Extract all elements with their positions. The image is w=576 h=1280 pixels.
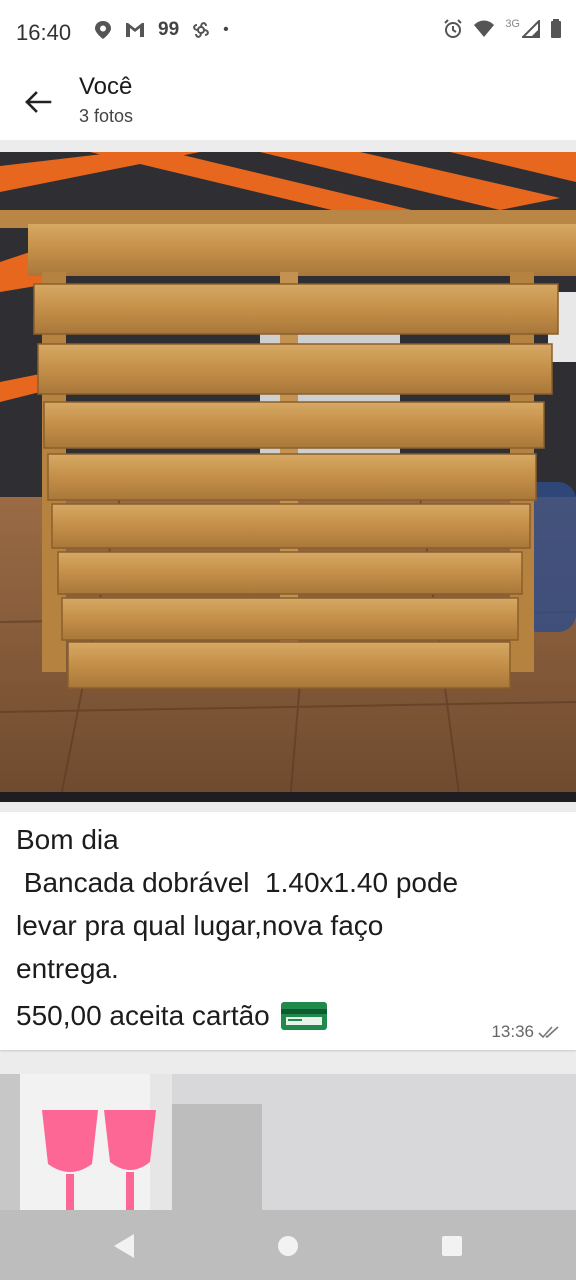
notification-icons: 99 • bbox=[94, 19, 229, 41]
glasses-photo-image bbox=[0, 1074, 576, 1214]
wifi-icon bbox=[474, 20, 495, 37]
network-type-label: 3G bbox=[505, 18, 520, 30]
dot-icon: • bbox=[223, 21, 229, 38]
price-text: 550,00 aceita cartão bbox=[16, 1000, 270, 1031]
alarm-icon bbox=[444, 19, 463, 38]
message-bubble[interactable]: Bom dia Bancada dobrável 1.40x1.40 pode … bbox=[0, 812, 576, 1050]
square-recents-icon bbox=[442, 1236, 462, 1256]
message-meta: 13:36 bbox=[491, 1022, 562, 1042]
message-line: entrega. bbox=[16, 953, 119, 984]
arrow-left-icon bbox=[25, 91, 52, 113]
wooden-counter-image bbox=[0, 152, 576, 802]
pinwheel-icon bbox=[193, 22, 210, 38]
credit-card-icon bbox=[280, 1001, 327, 1030]
back-button[interactable] bbox=[16, 80, 60, 124]
battery-icon bbox=[551, 19, 561, 38]
badge-number: 99 bbox=[158, 19, 180, 40]
gmail-icon bbox=[126, 23, 144, 37]
nav-back-button[interactable] bbox=[110, 1232, 138, 1260]
main-photo[interactable] bbox=[0, 152, 576, 802]
status-bar: 16:40 99 • 3G bbox=[0, 0, 576, 68]
second-photo[interactable] bbox=[0, 1074, 576, 1214]
nav-recents-button[interactable] bbox=[438, 1232, 466, 1260]
double-check-icon bbox=[538, 1026, 559, 1039]
nav-home-button[interactable] bbox=[274, 1232, 302, 1260]
circle-home-icon bbox=[278, 1236, 298, 1256]
message-line: Bom dia bbox=[16, 824, 119, 855]
system-icons: 3G bbox=[443, 18, 562, 39]
page-title: Você bbox=[79, 73, 133, 100]
navigation-bar bbox=[0, 1210, 576, 1280]
signal-icon bbox=[522, 20, 540, 38]
message-line: levar pra qual lugar,nova faço bbox=[16, 910, 384, 941]
message-line: Bancada dobrável 1.40x1.40 pode bbox=[16, 867, 459, 898]
location-pin-icon bbox=[95, 21, 111, 39]
message-time: 13:36 bbox=[491, 1022, 534, 1041]
status-time: 16:40 bbox=[16, 20, 72, 45]
message-text: Bom dia Bancada dobrável 1.40x1.40 pode … bbox=[16, 818, 566, 1037]
triangle-back-icon bbox=[114, 1234, 134, 1258]
price-line: 550,00 aceita cartão bbox=[16, 994, 566, 1037]
app-header: Você 3 fotos bbox=[0, 68, 576, 140]
photo-count: 3 fotos bbox=[79, 106, 134, 126]
